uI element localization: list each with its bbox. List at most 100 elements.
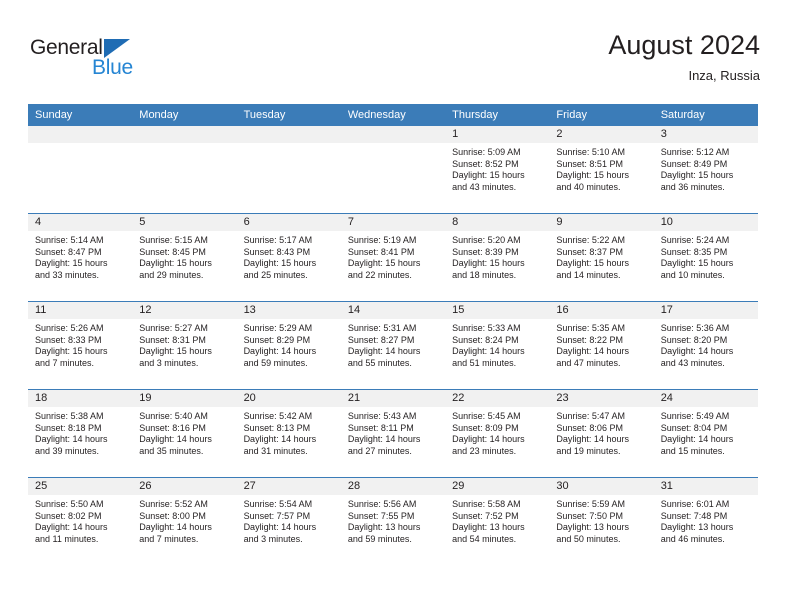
day-detail-line: Sunset: 8:18 PM xyxy=(35,422,102,433)
day-detail-line: Sunset: 8:37 PM xyxy=(556,246,623,257)
weekday-header-sunday: Sunday xyxy=(35,109,73,121)
day-number: 5 xyxy=(132,214,237,231)
calendar-day-cell[interactable]: 29 Sunrise: 5:58 AM Sunset: 7:52 PM Dayligh… xyxy=(445,478,550,565)
day-detail-line: Sunrise: 5:15 AM xyxy=(139,235,208,245)
day-detail-line: Sunset: 7:48 PM xyxy=(660,510,728,521)
day-details: Sunrise: 5:50 AM Sunset: 8:02 PM Daylight:… xyxy=(28,495,132,545)
day-number: 21 xyxy=(340,390,446,407)
calendar-day-cell[interactable]: 31 Sunrise: 6:01 AM Sunset: 7:48 PM Dayligh… xyxy=(653,478,758,565)
day-detail-line: Sunset: 7:57 PM xyxy=(243,510,311,521)
day-detail-line: and 59 minutes. xyxy=(347,533,412,544)
day-detail-line: and 39 minutes. xyxy=(35,445,100,456)
day-detail-line: Sunrise: 6:01 AM xyxy=(660,499,730,509)
day-detail-line: and 7 minutes. xyxy=(139,533,199,544)
day-detail-line: and 14 minutes. xyxy=(556,269,621,280)
day-detail-line: Sunrise: 5:33 AM xyxy=(452,323,521,333)
day-detail-line: Sunrise: 5:36 AM xyxy=(660,323,730,333)
day-details: Sunrise: 5:14 AM Sunset: 8:47 PM Daylight:… xyxy=(28,231,132,281)
calendar-day-cell[interactable]: 4 Sunrise: 5:14 AM Sunset: 8:47 PM Daylight… xyxy=(28,214,133,301)
weekday-header-saturday: Saturday xyxy=(660,109,705,121)
day-detail-line: Sunset: 8:00 PM xyxy=(139,510,206,521)
day-number: 20 xyxy=(236,390,341,407)
day-detail-line: Sunrise: 5:54 AM xyxy=(243,499,313,509)
day-detail-line: Daylight: 15 hours xyxy=(139,346,212,357)
calendar-day-cell[interactable]: 14 Sunrise: 5:31 AM Sunset: 8:27 PM Dayligh… xyxy=(340,302,446,389)
calendar-day-cell[interactable]: 23 Sunrise: 5:47 AM Sunset: 8:06 PM Dayligh… xyxy=(549,390,654,477)
day-number xyxy=(236,126,341,143)
day-detail-line: Sunset: 8:24 PM xyxy=(452,334,519,345)
day-detail-line: and 11 minutes. xyxy=(35,533,99,544)
calendar-day-cell[interactable]: 5 Sunrise: 5:15 AM Sunset: 8:45 PM Daylight… xyxy=(132,214,237,301)
day-number: 22 xyxy=(445,390,550,407)
calendar-day-cell[interactable]: 30 Sunrise: 5:59 AM Sunset: 7:50 PM Dayligh… xyxy=(549,478,654,565)
day-detail-line: and 3 minutes. xyxy=(139,357,199,368)
calendar-week-row: 1 Sunrise: 5:09 AM Sunset: 8:52 PM Daylight… xyxy=(28,126,758,213)
day-detail-line: Daylight: 14 hours xyxy=(452,346,525,357)
calendar-day-cell[interactable]: 25 Sunrise: 5:50 AM Sunset: 8:02 PM Dayligh… xyxy=(28,478,133,565)
weekday-header-monday: Monday xyxy=(139,109,179,121)
calendar-day-cell[interactable]: 19 Sunrise: 5:40 AM Sunset: 8:16 PM Dayligh… xyxy=(132,390,237,477)
calendar-week-row: 11 Sunrise: 5:26 AM Sunset: 8:33 PM Dayligh… xyxy=(28,301,758,389)
day-detail-line: and 31 minutes. xyxy=(243,445,308,456)
day-detail-line: and 33 minutes. xyxy=(35,269,100,280)
calendar-day-cell[interactable]: 20 Sunrise: 5:42 AM Sunset: 8:13 PM Dayligh… xyxy=(236,390,341,477)
calendar-day-cell[interactable]: 9 Sunrise: 5:22 AM Sunset: 8:37 PM Daylight… xyxy=(549,214,654,301)
day-detail-line: Sunset: 8:06 PM xyxy=(556,422,623,433)
page-header: General Blue August 2024 Inza, Russia xyxy=(28,28,760,98)
day-detail-line: Daylight: 14 hours xyxy=(452,434,525,445)
calendar-day-cell[interactable]: 10 Sunrise: 5:24 AM Sunset: 8:35 PM Dayligh… xyxy=(653,214,758,301)
day-detail-line: Sunset: 8:31 PM xyxy=(139,334,206,345)
calendar-day-cell[interactable]: 7 Sunrise: 5:19 AM Sunset: 8:41 PM Daylight… xyxy=(340,214,446,301)
calendar-day-cell[interactable]: 24 Sunrise: 5:49 AM Sunset: 8:04 PM Dayligh… xyxy=(653,390,758,477)
calendar-day-cell[interactable]: 1 Sunrise: 5:09 AM Sunset: 8:52 PM Daylight… xyxy=(445,126,550,213)
day-detail-line: Sunrise: 5:26 AM xyxy=(35,323,104,333)
calendar-day-cell[interactable]: 3 Sunrise: 5:12 AM Sunset: 8:49 PM Daylight… xyxy=(653,126,758,213)
day-details: Sunrise: 5:59 AM Sunset: 7:50 PM Daylight:… xyxy=(549,495,653,545)
day-details: Sunrise: 5:49 AM Sunset: 8:04 PM Daylight:… xyxy=(654,407,758,457)
calendar-day-cell[interactable]: 12 Sunrise: 5:27 AM Sunset: 8:31 PM Dayligh… xyxy=(132,302,237,389)
calendar-day-cell[interactable]: 2 Sunrise: 5:10 AM Sunset: 8:51 PM Daylight… xyxy=(549,126,654,213)
day-detail-line: Sunset: 8:13 PM xyxy=(243,422,311,433)
day-detail-line: and 3 minutes. xyxy=(243,533,303,544)
calendar-day-cell[interactable]: 17 Sunrise: 5:36 AM Sunset: 8:20 PM Dayligh… xyxy=(653,302,758,389)
day-detail-line: Daylight: 15 hours xyxy=(243,258,317,269)
day-number: 12 xyxy=(132,302,237,319)
day-detail-line: Daylight: 15 hours xyxy=(452,258,525,269)
calendar-day-cell[interactable]: 15 Sunrise: 5:33 AM Sunset: 8:24 PM Dayligh… xyxy=(445,302,550,389)
day-detail-line: Sunrise: 5:12 AM xyxy=(660,147,730,157)
day-details: Sunrise: 5:15 AM Sunset: 8:45 PM Daylight:… xyxy=(132,231,236,281)
calendar-day-cell[interactable]: 8 Sunrise: 5:20 AM Sunset: 8:39 PM Daylight… xyxy=(445,214,550,301)
calendar-day-cell[interactable]: 18 Sunrise: 5:38 AM Sunset: 8:18 PM Dayligh… xyxy=(28,390,133,477)
calendar-day-cell[interactable]: 27 Sunrise: 5:54 AM Sunset: 7:57 PM Dayligh… xyxy=(236,478,341,565)
calendar-day-cell[interactable]: 21 Sunrise: 5:43 AM Sunset: 8:11 PM Dayligh… xyxy=(340,390,446,477)
calendar-day-cell[interactable]: 26 Sunrise: 5:52 AM Sunset: 8:00 PM Dayligh… xyxy=(132,478,237,565)
day-detail-line: and 23 minutes. xyxy=(452,445,517,456)
title-block: August 2024 Inza, Russia xyxy=(608,28,760,86)
day-detail-line: and 10 minutes. xyxy=(660,269,725,280)
day-number: 28 xyxy=(340,478,446,495)
generalblue-logo[interactable]: General Blue xyxy=(30,36,170,84)
calendar-day-cell[interactable]: 22 Sunrise: 5:45 AM Sunset: 8:09 PM Dayligh… xyxy=(445,390,550,477)
weekday-header-row: Sunday Monday Tuesday Wednesday Thursday Frid… xyxy=(28,104,758,126)
day-detail-line: Sunset: 8:09 PM xyxy=(452,422,519,433)
day-detail-line: Sunrise: 5:38 AM xyxy=(35,411,104,421)
day-details: Sunrise: 5:27 AM Sunset: 8:31 PM Daylight:… xyxy=(132,319,236,369)
calendar-day-cell-empty xyxy=(236,126,341,213)
day-number: 18 xyxy=(28,390,133,407)
day-number: 4 xyxy=(28,214,133,231)
day-number: 16 xyxy=(549,302,654,319)
day-detail-line: Sunrise: 5:42 AM xyxy=(243,411,313,421)
day-detail-line: and 46 minutes. xyxy=(660,533,725,544)
calendar-day-cell[interactable]: 11 Sunrise: 5:26 AM Sunset: 8:33 PM Dayligh… xyxy=(28,302,133,389)
calendar-day-cell[interactable]: 6 Sunrise: 5:17 AM Sunset: 8:43 PM Daylight… xyxy=(236,214,341,301)
day-number: 15 xyxy=(445,302,550,319)
day-detail-line: Sunset: 8:45 PM xyxy=(139,246,206,257)
calendar-day-cell[interactable]: 13 Sunrise: 5:29 AM Sunset: 8:29 PM Dayligh… xyxy=(236,302,341,389)
calendar-day-cell[interactable]: 16 Sunrise: 5:35 AM Sunset: 8:22 PM Dayligh… xyxy=(549,302,654,389)
calendar-grid: Sunday Monday Tuesday Wednesday Thursday Frid… xyxy=(28,104,758,565)
calendar-day-cell[interactable]: 28 Sunrise: 5:56 AM Sunset: 7:55 PM Dayligh… xyxy=(340,478,446,565)
day-detail-line: Daylight: 14 hours xyxy=(35,434,108,445)
day-detail-line: Daylight: 15 hours xyxy=(35,346,108,357)
day-number: 14 xyxy=(340,302,446,319)
calendar-day-cell-empty xyxy=(28,126,133,213)
